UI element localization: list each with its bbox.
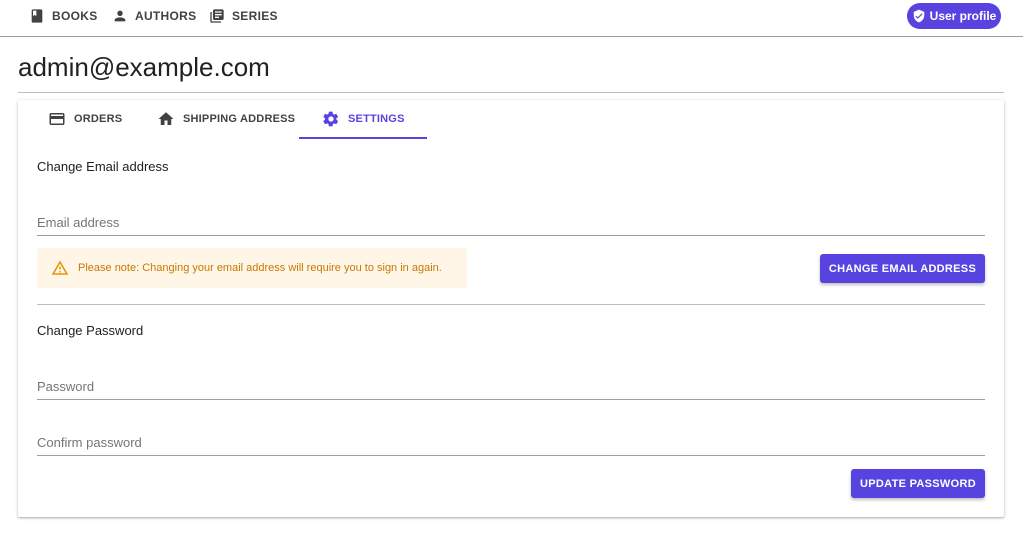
tab-shipping-address[interactable]: SHIPPING ADDRESS bbox=[157, 100, 295, 138]
password-field[interactable] bbox=[37, 374, 985, 400]
update-password-button[interactable]: UPDATE PASSWORD bbox=[851, 469, 985, 498]
password-input[interactable] bbox=[37, 379, 985, 394]
tab-settings[interactable]: SETTINGS bbox=[322, 100, 405, 138]
change-email-button[interactable]: CHANGE EMAIL ADDRESS bbox=[820, 254, 985, 283]
tab-shipping-address-label: SHIPPING ADDRESS bbox=[183, 113, 296, 125]
notice-text: Please note: Changing your email address… bbox=[78, 262, 442, 274]
title-divider bbox=[18, 92, 1004, 93]
credit-card-icon bbox=[49, 113, 65, 125]
confirm-password-field[interactable] bbox=[37, 430, 985, 456]
email-input[interactable] bbox=[37, 215, 985, 230]
tab-settings-label: SETTINGS bbox=[348, 113, 405, 125]
email-change-notice: Please note: Changing your email address… bbox=[37, 248, 467, 288]
nav-series[interactable]: SERIES bbox=[209, 0, 278, 32]
home-icon bbox=[158, 112, 174, 125]
email-field[interactable] bbox=[37, 210, 985, 236]
person-icon bbox=[114, 10, 126, 22]
change-password-title: Change Password bbox=[37, 323, 144, 338]
tab-orders[interactable]: ORDERS bbox=[48, 100, 122, 138]
nav-series-label: SERIES bbox=[232, 9, 278, 23]
confirm-password-input[interactable] bbox=[37, 435, 985, 450]
shield-check-icon bbox=[913, 9, 924, 23]
library-icon bbox=[210, 9, 224, 23]
user-profile-button[interactable]: User profile bbox=[907, 3, 1001, 29]
nav-books-label: BOOKS bbox=[52, 9, 98, 23]
settings-card: ORDERS SHIPPING ADDRESS SETTINGS Change … bbox=[18, 100, 1004, 517]
section-divider bbox=[37, 304, 985, 305]
page-title: admin@example.com bbox=[18, 52, 270, 82]
nav-authors[interactable]: AUTHORS bbox=[112, 0, 196, 32]
top-nav: BOOKS AUTHORS SERIES User profile bbox=[0, 0, 1023, 37]
nav-authors-label: AUTHORS bbox=[135, 9, 197, 23]
gear-icon bbox=[323, 111, 339, 127]
change-email-title: Change Email address bbox=[37, 159, 169, 174]
nav-books[interactable]: BOOKS bbox=[29, 0, 98, 32]
active-tab-indicator bbox=[299, 137, 427, 139]
warning-icon bbox=[51, 260, 69, 275]
user-profile-label: User profile bbox=[929, 9, 997, 23]
tab-orders-label: ORDERS bbox=[74, 113, 123, 125]
book-icon bbox=[31, 9, 43, 23]
